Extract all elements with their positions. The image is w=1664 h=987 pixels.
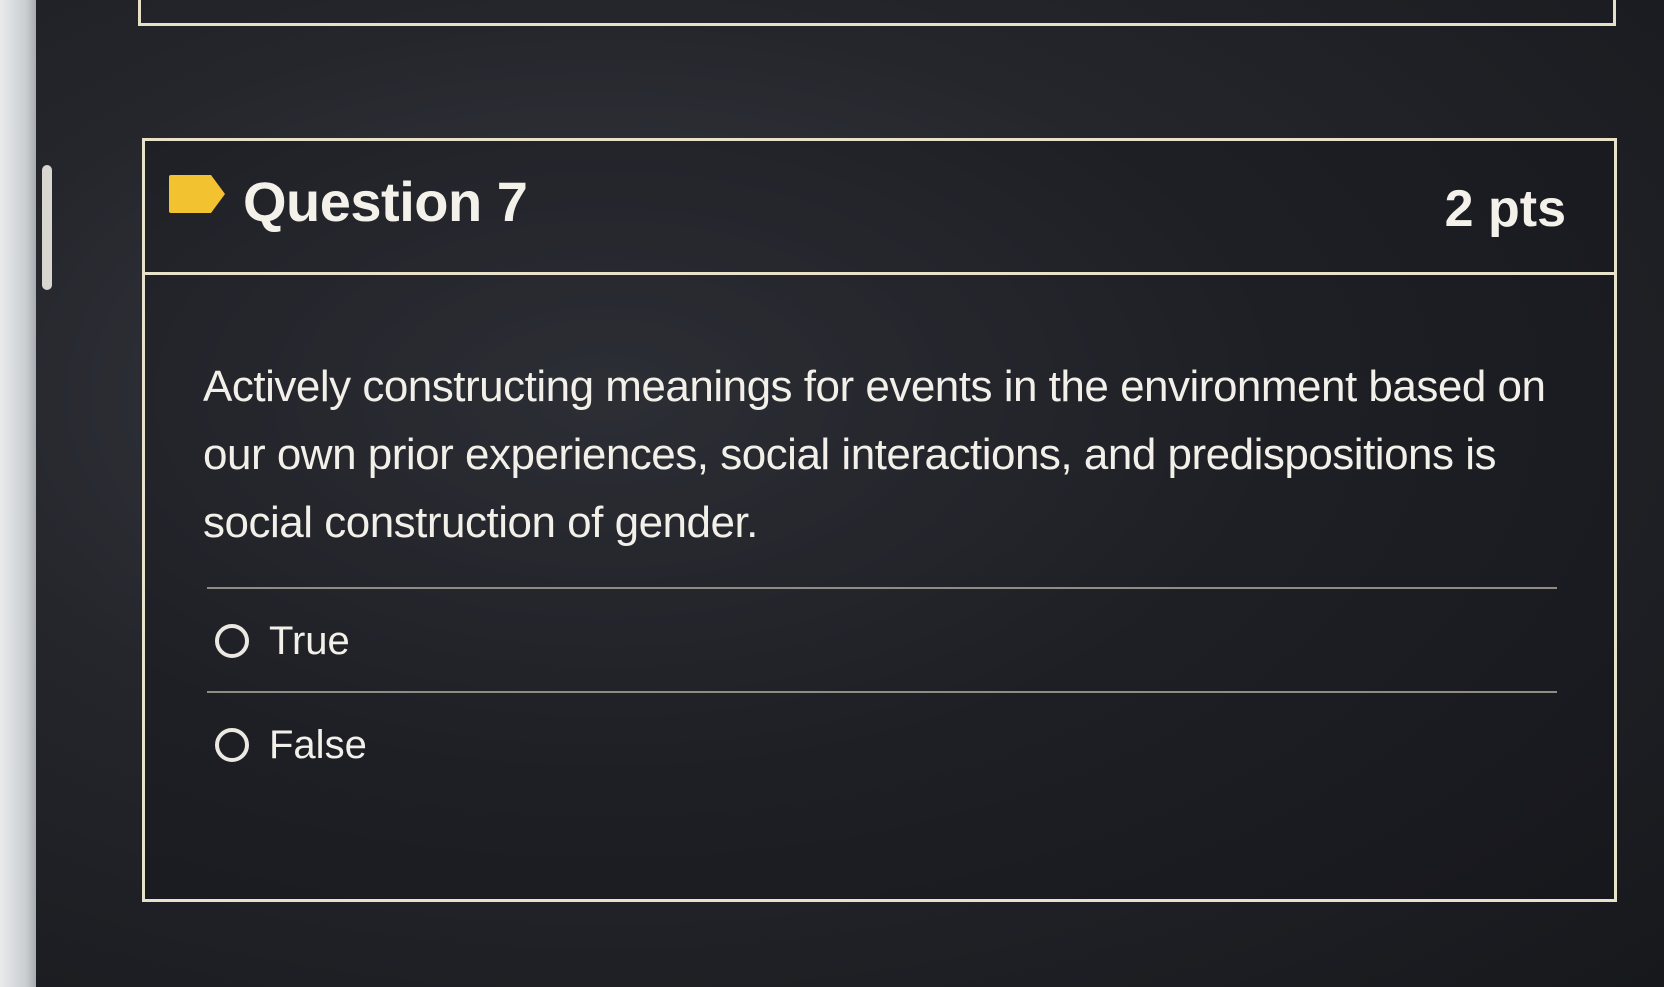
answer-divider: [207, 691, 1557, 693]
question-points: 2 pts: [1444, 180, 1566, 238]
question-header: Question 7 2 pts: [145, 141, 1614, 275]
radio-icon[interactable]: [215, 624, 249, 658]
answer-label-true: True: [269, 618, 350, 663]
answer-option-true[interactable]: True: [215, 613, 350, 669]
answer-divider: [207, 587, 1557, 589]
radio-icon[interactable]: [215, 728, 249, 762]
answer-option-false[interactable]: False: [215, 717, 367, 773]
answer-label-false: False: [269, 722, 367, 767]
question-card: Question 7 2 pts Actively constructing m…: [142, 138, 1617, 902]
question-text: Actively constructing meanings for event…: [203, 362, 1546, 547]
flag-icon[interactable]: [167, 173, 227, 215]
scrollbar-thumb[interactable]: [42, 165, 52, 290]
question-title: Question 7: [243, 170, 528, 233]
previous-question-card: [138, 0, 1616, 26]
